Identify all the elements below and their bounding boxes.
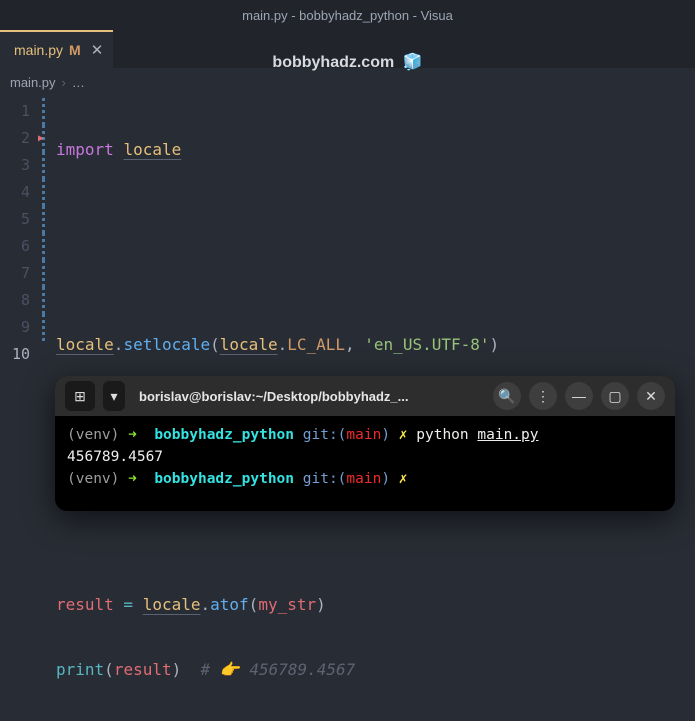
- terminal-line: (venv) ➜ bobbyhadz_python git:(main) ✗ p…: [67, 424, 663, 446]
- minimize-icon: —: [572, 388, 586, 404]
- new-tab-button[interactable]: ⊞: [65, 381, 95, 411]
- tab-dropdown-button[interactable]: ▾: [103, 381, 125, 411]
- terminal-body[interactable]: (venv) ➜ bobbyhadz_python git:(main) ✗ p…: [55, 416, 675, 498]
- close-button[interactable]: ✕: [637, 382, 665, 410]
- breadcrumb-file: main.py: [10, 75, 56, 90]
- window-title: main.py - bobbyhadz_python - Visua: [242, 8, 453, 23]
- builtin: print: [56, 660, 104, 679]
- module: locale: [56, 335, 114, 354]
- line-number: 5: [0, 206, 36, 233]
- close-icon[interactable]: ✕: [91, 41, 104, 59]
- tab-main-py[interactable]: main.py M ✕: [0, 30, 113, 68]
- line-number: 10: [0, 341, 36, 368]
- line-number: 2▶: [0, 125, 36, 152]
- new-tab-icon: ⊞: [74, 388, 86, 405]
- terminal-window: ⊞ ▾ borislav@borislav:~/Desktop/bobbyhad…: [55, 376, 675, 511]
- module: locale: [123, 140, 181, 159]
- keyword: import: [56, 140, 123, 159]
- search-button[interactable]: 🔍: [493, 382, 521, 410]
- function: setlocale: [123, 335, 210, 354]
- minimize-button[interactable]: —: [565, 382, 593, 410]
- window-titlebar: main.py - bobbyhadz_python - Visua: [0, 0, 695, 30]
- module: locale: [143, 595, 201, 614]
- string: 'en_US.UTF-8': [364, 335, 489, 354]
- menu-button[interactable]: ⋮: [529, 382, 557, 410]
- constant: LC_ALL: [287, 335, 345, 354]
- argument: result: [114, 660, 172, 679]
- kebab-icon: ⋮: [536, 388, 550, 405]
- tab-filename: main.py: [14, 42, 63, 58]
- line-number: 1: [0, 98, 36, 125]
- comment: # 👉️ 456789.4567: [201, 660, 356, 679]
- indent-guide: [42, 98, 47, 341]
- chevron-down-icon: ▾: [110, 388, 117, 405]
- editor-tabbar: main.py M ✕: [0, 30, 695, 68]
- tab-modified-indicator: M: [69, 42, 81, 58]
- maximize-button[interactable]: ▢: [601, 382, 629, 410]
- terminal-line: 456789.4567: [67, 446, 663, 468]
- terminal-line: (venv) ➜ bobbyhadz_python git:(main) ✗: [67, 468, 663, 490]
- line-number: 9: [0, 314, 36, 341]
- argument: my_str: [258, 595, 316, 614]
- line-number: 6: [0, 233, 36, 260]
- terminal-titlebar: ⊞ ▾ borislav@borislav:~/Desktop/bobbyhad…: [55, 376, 675, 416]
- maximize-icon: ▢: [608, 388, 621, 405]
- line-gutter: 1 2▶ 3 4 5 6 7 8 9 10: [0, 96, 36, 721]
- close-icon: ✕: [645, 388, 657, 405]
- module: locale: [220, 335, 278, 354]
- line-number: 3: [0, 152, 36, 179]
- breadcrumb-more: …: [72, 75, 85, 90]
- line-number: 8: [0, 287, 36, 314]
- variable: result: [56, 595, 114, 614]
- breadcrumb[interactable]: main.py › …: [0, 68, 695, 96]
- chevron-right-icon: ›: [62, 75, 66, 90]
- terminal-title: borislav@borislav:~/Desktop/bobbyhadz_..…: [133, 389, 485, 404]
- line-number: 7: [0, 260, 36, 287]
- function: atof: [210, 595, 249, 614]
- search-icon: 🔍: [498, 388, 515, 405]
- line-number: 4: [0, 179, 36, 206]
